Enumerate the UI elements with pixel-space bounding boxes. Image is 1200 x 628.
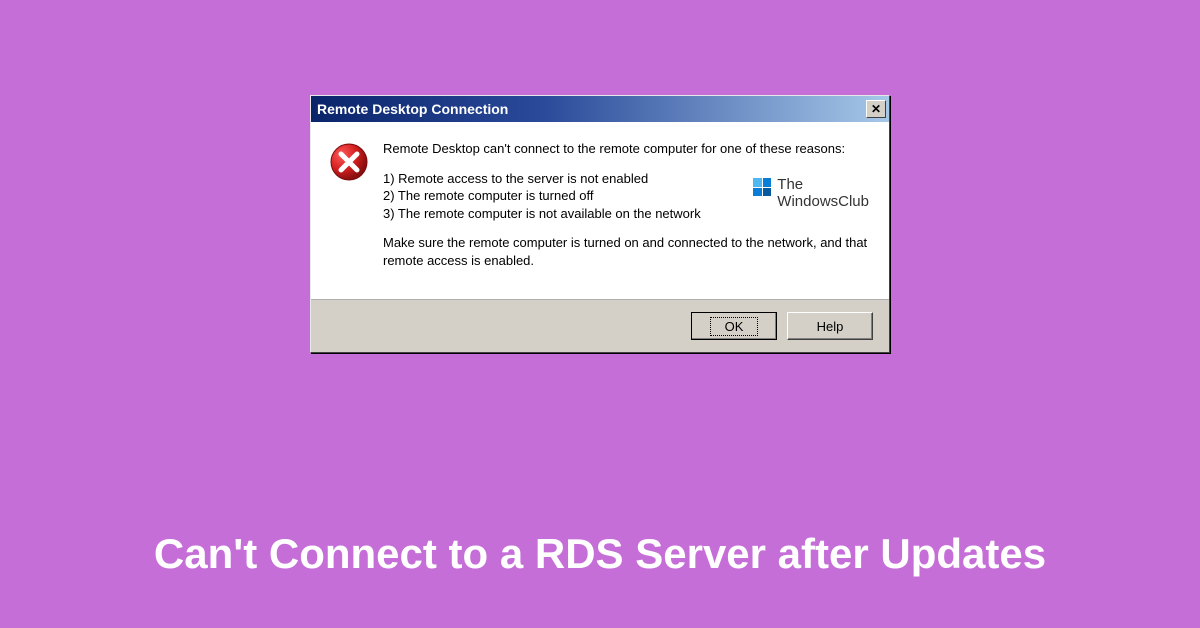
- message-column: Remote Desktop can't connect to the remo…: [383, 140, 871, 281]
- windows-logo-icon: [753, 178, 771, 196]
- close-icon: ✕: [871, 103, 881, 115]
- close-button[interactable]: ✕: [866, 100, 886, 118]
- dialog-title: Remote Desktop Connection: [317, 101, 508, 117]
- watermark-line1: The: [777, 176, 869, 193]
- dialog-content: Remote Desktop can't connect to the remo…: [311, 122, 889, 299]
- message-footer: Make sure the remote computer is turned …: [383, 234, 871, 269]
- ok-button-label: OK: [710, 317, 759, 336]
- message-intro: Remote Desktop can't connect to the remo…: [383, 140, 871, 158]
- help-button-label: Help: [817, 319, 844, 334]
- watermark-text: The WindowsClub: [777, 176, 869, 211]
- ok-button[interactable]: OK: [691, 312, 777, 340]
- help-button[interactable]: Help: [787, 312, 873, 340]
- button-bar: OK Help: [311, 299, 889, 352]
- error-icon: [329, 142, 369, 182]
- page-caption: Can't Connect to a RDS Server after Upda…: [0, 530, 1200, 578]
- icon-column: [329, 140, 369, 281]
- titlebar[interactable]: Remote Desktop Connection ✕: [311, 96, 889, 122]
- error-dialog: Remote Desktop Connection ✕ Remote Deskt…: [310, 95, 890, 353]
- watermark-line2: WindowsClub: [777, 193, 869, 210]
